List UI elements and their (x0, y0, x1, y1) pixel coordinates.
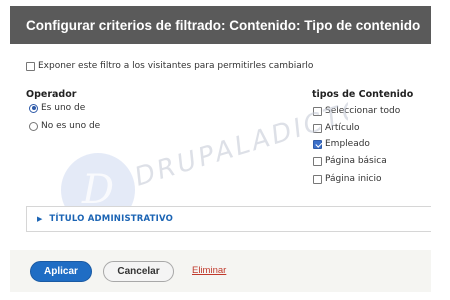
operator-option-label: Es uno de (41, 103, 86, 113)
delete-link[interactable]: Eliminar (192, 265, 226, 276)
content-type-label: Seleccionar todo (325, 106, 401, 116)
admin-title-label: TÍTULO ADMINISTRATIVO (49, 214, 174, 224)
operator-option-is-not-one-of[interactable]: No es uno de (29, 121, 100, 131)
operator-radio-is-one-of[interactable] (29, 103, 38, 113)
content-type-article[interactable]: Artículo (313, 123, 360, 133)
content-type-label: Página básica (325, 156, 387, 166)
operator-option-label: No es uno de (41, 121, 101, 131)
dialog-title: Configurar criterios de filtrado: Conten… (10, 6, 431, 44)
content-type-checkbox-checked[interactable] (313, 139, 322, 149)
filter-config-dialog: Configurar criterios de filtrado: Conten… (0, 0, 450, 300)
expose-filter-checkbox[interactable] (26, 61, 35, 71)
content-type-select-all[interactable]: Seleccionar todo (313, 106, 400, 116)
content-type-checkbox[interactable] (313, 123, 322, 133)
apply-button[interactable]: Aplicar (30, 261, 92, 282)
operator-option-is-one-of[interactable]: Es uno de (29, 103, 85, 113)
operator-title: Operador (26, 89, 77, 100)
cancel-button[interactable]: Cancelar (103, 261, 174, 282)
content-type-checkbox[interactable] (313, 156, 322, 166)
operator-radio-is-not-one-of[interactable] (29, 121, 38, 131)
content-type-label: Página inicio (325, 174, 382, 184)
content-type-label: Empleado (325, 139, 370, 149)
content-type-basic-page[interactable]: Página básica (313, 156, 387, 166)
expose-filter-option[interactable]: Exponer este filtro a los visitantes par… (26, 61, 313, 71)
expose-filter-label: Exponer este filtro a los visitantes par… (38, 61, 314, 71)
drupaladicto-watermark: D DRUPALADICTO (61, 94, 348, 220)
content-type-employee[interactable]: Empleado (313, 139, 370, 149)
content-types-title: tipos de Contenido (312, 89, 414, 100)
admin-title-section-toggle[interactable]: ▶ TÍTULO ADMINISTRATIVO (26, 206, 431, 232)
content-type-checkbox[interactable] (313, 106, 322, 116)
content-type-home-page[interactable]: Página inicio (313, 174, 382, 184)
content-type-label: Artículo (325, 123, 360, 133)
triangle-right-icon: ▶ (37, 215, 43, 223)
content-type-checkbox[interactable] (313, 174, 322, 184)
